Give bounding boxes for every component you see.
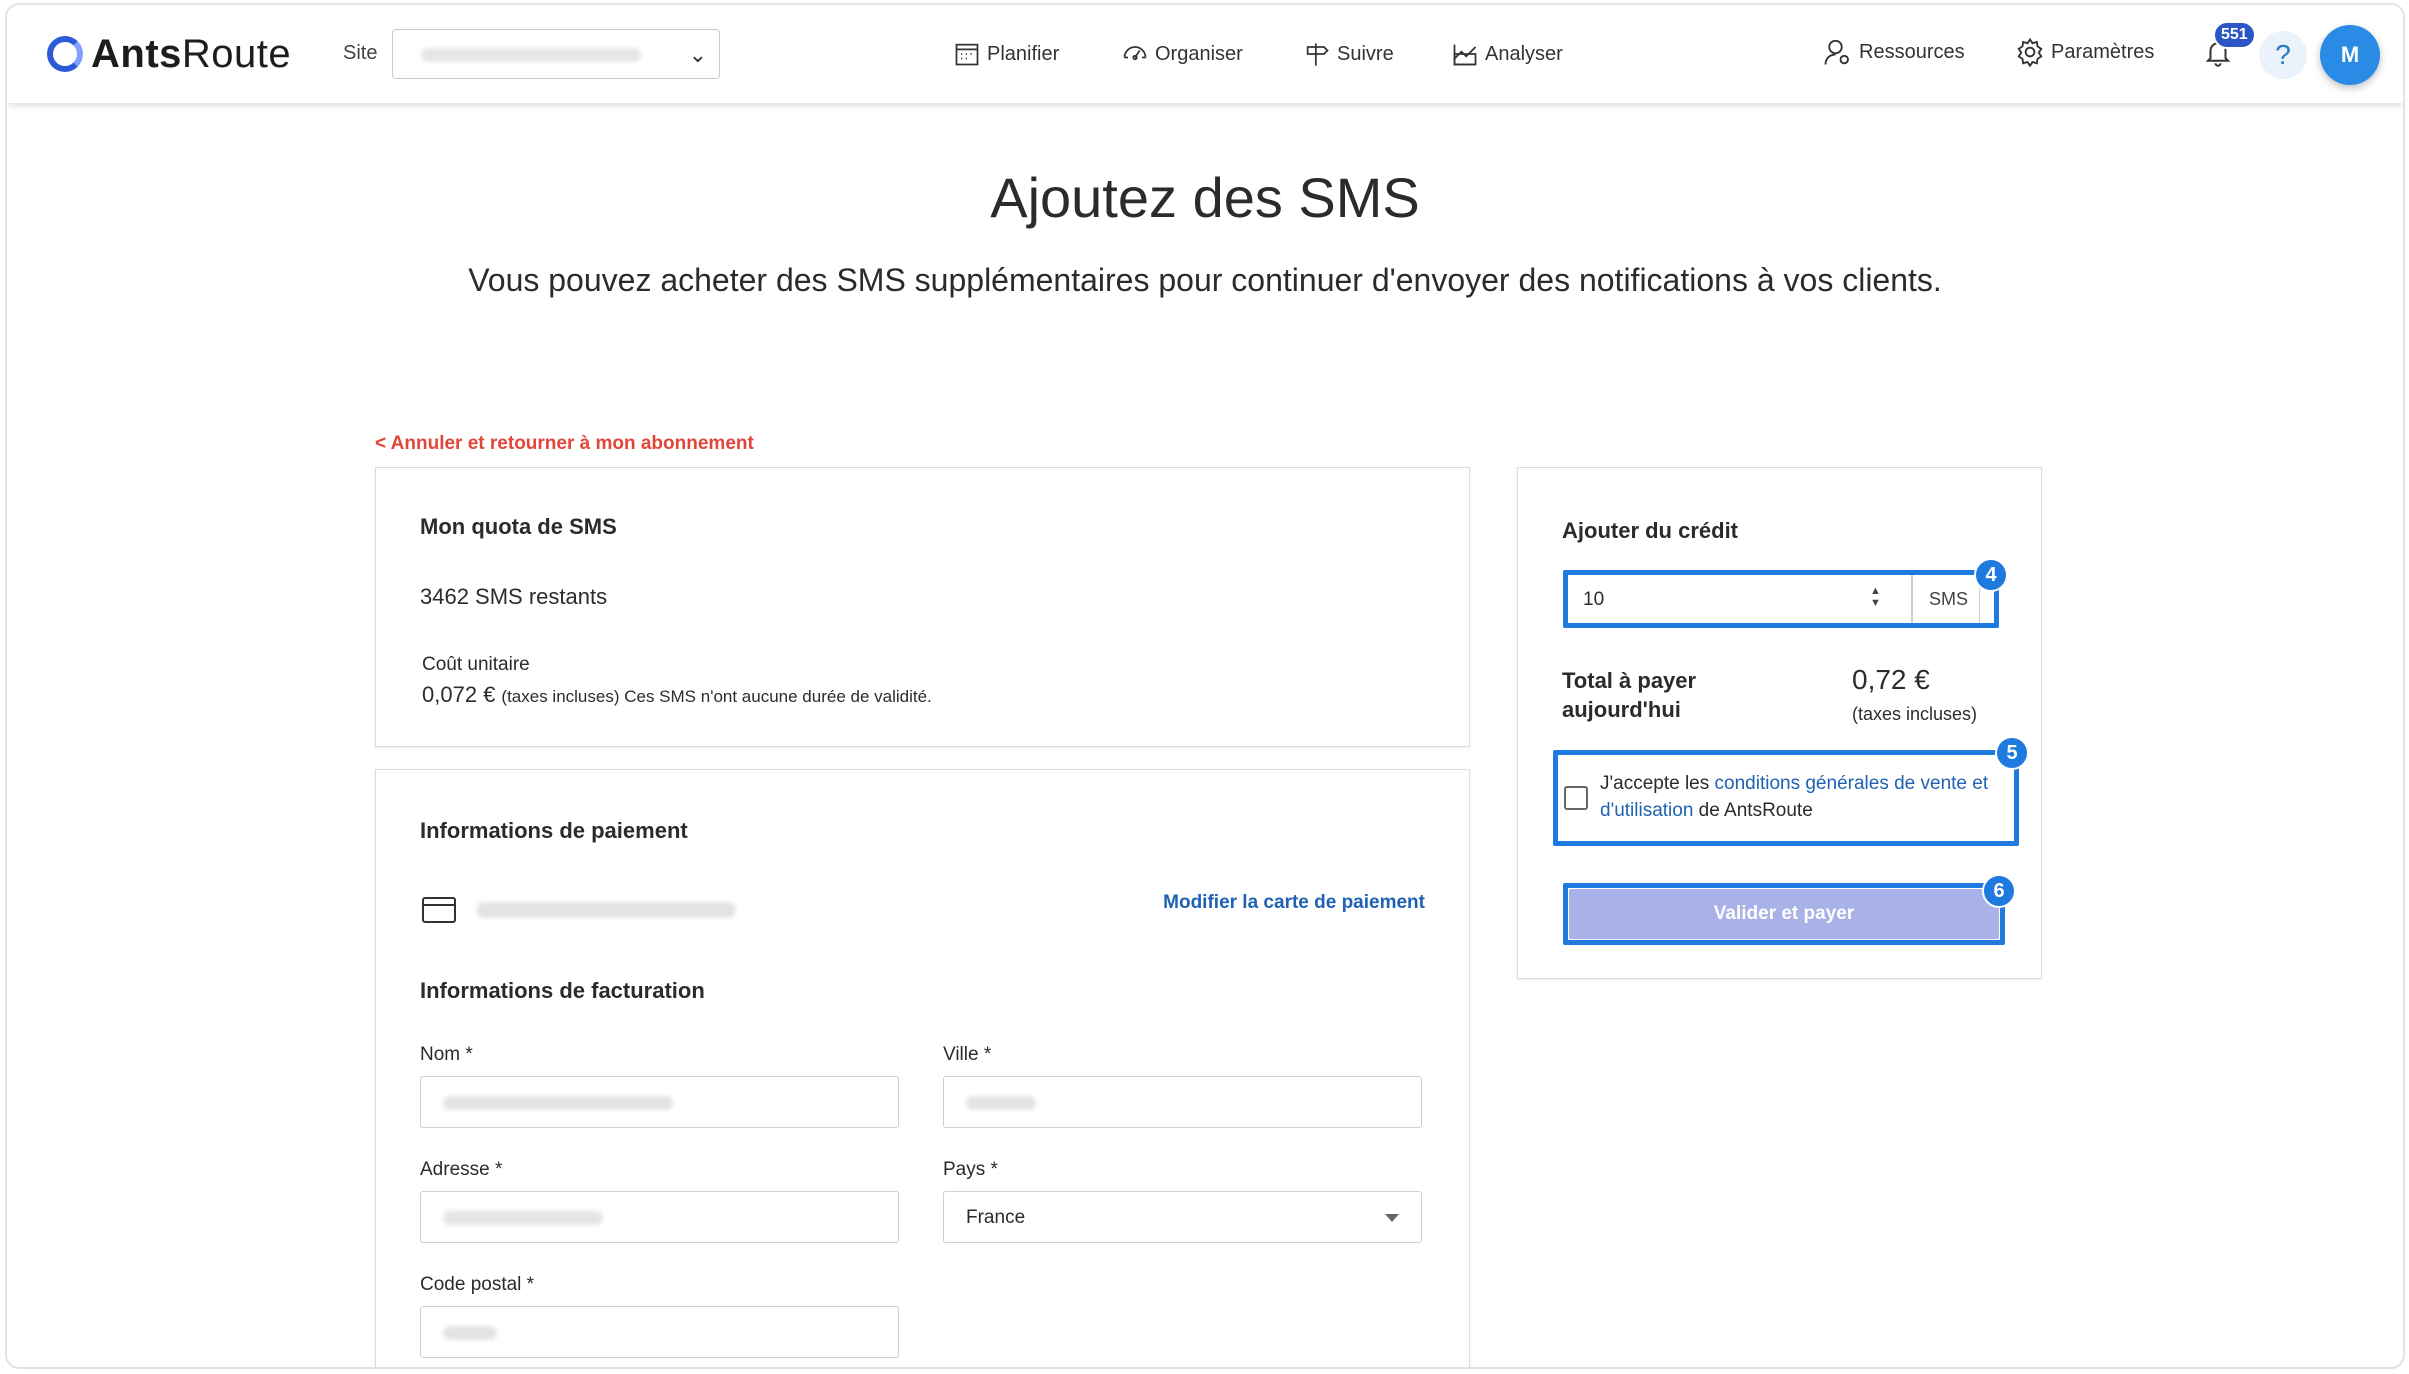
nom-input[interactable]	[420, 1076, 899, 1128]
chart-icon	[1453, 44, 1477, 66]
unit-cost-label: Coût unitaire	[422, 654, 530, 675]
speedometer-icon	[1123, 46, 1147, 61]
pays-select[interactable]: France	[943, 1191, 1422, 1243]
adresse-input[interactable]	[420, 1191, 899, 1243]
pays-label: Pays *	[943, 1159, 998, 1180]
app-window: AntsRoute Site ⌄ Planifier Organiser Sui…	[5, 3, 2405, 1369]
nav-ressources[interactable]: Ressources	[1823, 37, 1965, 67]
nav-planifier[interactable]: Planifier	[953, 37, 1059, 71]
step-5-marker: 5	[1995, 736, 2029, 770]
ville-input[interactable]	[943, 1076, 1422, 1128]
user-gear-icon	[1824, 39, 1849, 65]
total-label: Total à payer aujourd'hui	[1562, 668, 1697, 722]
step-4-marker: 4	[1974, 558, 2008, 592]
adresse-label: Adresse *	[420, 1159, 503, 1180]
page-title: Ajoutez des SMS	[990, 166, 1420, 229]
quota-title: Mon quota de SMS	[420, 514, 617, 539]
modify-card-link[interactable]: Modifier la carte de paiement	[1163, 892, 1425, 914]
unit-cost-value: 0,072 €	[422, 682, 496, 707]
avatar[interactable]: M	[2320, 25, 2380, 85]
step-6-marker: 6	[1982, 874, 2016, 908]
calendar-icon	[955, 43, 979, 66]
highlight-terms	[1553, 750, 2019, 846]
back-to-subscription-link[interactable]: < Annuler et retourner à mon abonnement	[375, 433, 754, 455]
antsroute-logo[interactable]: AntsRoute	[47, 31, 291, 77]
nav-parametres[interactable]: Paramètres	[2015, 37, 2154, 67]
highlight-quantity	[1563, 570, 1999, 628]
sms-quota-card: Mon quota de SMS 3462 SMS restants Coût …	[375, 467, 1470, 747]
ville-label: Ville *	[943, 1044, 992, 1065]
credit-card-icon	[422, 897, 456, 923]
code-postal-label: Code postal *	[420, 1274, 535, 1295]
unit-cost-note: (taxes incluses) Ces SMS n'ont aucune du…	[501, 687, 932, 706]
notification-badge: 551	[2213, 21, 2256, 49]
nav-organiser[interactable]: Organiser	[1121, 37, 1243, 71]
site-select[interactable]: ⌄	[392, 29, 720, 79]
page-subtitle: Vous pouvez acheter des SMS supplémentai…	[468, 262, 1942, 298]
nom-label: Nom *	[420, 1044, 473, 1065]
payment-card: Informations de paiement Modifier la car…	[375, 769, 1470, 1367]
logo-icon	[47, 36, 83, 72]
payment-title: Informations de paiement	[420, 818, 688, 843]
masked-card-number	[476, 902, 736, 918]
total-note: (taxes incluses)	[1852, 704, 1978, 724]
billing-title: Informations de facturation	[420, 978, 705, 1003]
caret-down-icon	[1385, 1214, 1399, 1222]
highlight-pay	[1563, 883, 2005, 945]
nav-suivre[interactable]: Suivre	[1303, 37, 1394, 71]
top-navbar: AntsRoute Site ⌄ Planifier Organiser Sui…	[7, 5, 2403, 103]
chevron-down-icon: ⌄	[688, 42, 707, 67]
sms-remaining: 3462 SMS restants	[420, 584, 608, 609]
site-label: Site	[343, 42, 378, 64]
total-value: 0,72 €	[1852, 664, 1930, 695]
credit-title: Ajouter du crédit	[1562, 518, 1739, 543]
help-button[interactable]: ?	[2259, 31, 2307, 79]
nav-analyser[interactable]: Analyser	[1451, 37, 1563, 71]
gear-icon	[2017, 37, 2043, 67]
signpost-icon	[1306, 43, 1329, 66]
code-postal-input[interactable]	[420, 1306, 899, 1358]
